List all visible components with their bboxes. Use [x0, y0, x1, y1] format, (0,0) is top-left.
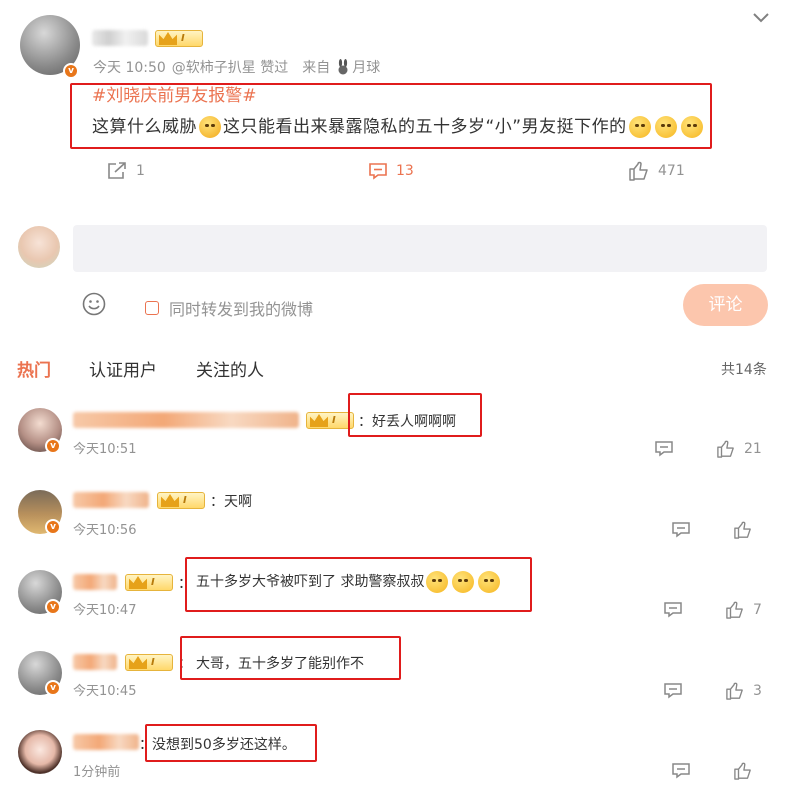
- verified-badge: v: [45, 599, 61, 615]
- thumbs-up-icon: [733, 762, 753, 780]
- post-text-part-a: 这算什么威胁: [92, 117, 197, 137]
- level-badge: I: [125, 654, 173, 671]
- rabbit-icon: [336, 59, 350, 75]
- comment-time: 今天10:45: [73, 684, 137, 699]
- comment-author-name[interactable]: [73, 574, 117, 590]
- thumbs-up-icon: [725, 682, 745, 700]
- post-hashtag[interactable]: #刘晓庆前男友报警#: [92, 81, 257, 106]
- post-source[interactable]: 月球: [352, 57, 380, 77]
- post-text: 这算什么威胁 这只能看出来暴露隐私的五十多岁“小”男友挺下作的: [92, 112, 705, 138]
- comment-time: 1分钟前: [73, 765, 121, 780]
- post-time: 今天 10:50: [93, 60, 166, 76]
- comment-like-button[interactable]: [733, 521, 753, 539]
- tab-verified-users[interactable]: 认证用户: [89, 356, 157, 381]
- fear-emoji-icon: [478, 571, 501, 593]
- comment-like-button[interactable]: 21: [716, 440, 762, 458]
- hug-emoji-icon: [628, 116, 651, 138]
- comment-author-name[interactable]: [73, 734, 139, 750]
- reply-icon[interactable]: [663, 601, 683, 619]
- like-button[interactable]: 471: [628, 161, 685, 181]
- comment-time: 今天10:47: [73, 603, 137, 618]
- comment-time: 今天10:56: [73, 523, 137, 538]
- comment-input[interactable]: [73, 225, 767, 272]
- thumbs-up-icon: [725, 601, 745, 619]
- tab-following[interactable]: 关注的人: [196, 356, 264, 381]
- tab-hot[interactable]: 热门: [17, 356, 51, 381]
- fear-emoji-icon: [452, 571, 475, 593]
- reply-icon[interactable]: [654, 440, 674, 458]
- comment-icon: [368, 161, 388, 181]
- my-avatar: [18, 226, 60, 268]
- comment-total: 共14条: [721, 362, 767, 378]
- comment-author-name[interactable]: [73, 654, 117, 670]
- comment-text: 大哥，五十多岁了能别作不: [196, 656, 364, 672]
- verified-badge: v: [45, 438, 61, 454]
- forward-label: 同时转发到我的微博: [169, 300, 314, 319]
- comment-button[interactable]: 13: [368, 161, 414, 181]
- post-via[interactable]: @软柿子扒星 赞过: [172, 57, 288, 77]
- comment-text: 五十多岁大爷被吓到了 求助警察叔叔: [196, 574, 425, 590]
- comment-time: 今天10:51: [73, 442, 137, 457]
- thumbs-up-icon: [716, 440, 736, 458]
- level-badge: I: [306, 412, 354, 429]
- comment-text: ：好丢人啊啊啊: [358, 414, 456, 430]
- comment-submit-button[interactable]: 评论: [683, 284, 768, 326]
- comment-text: ：天啊: [210, 494, 252, 510]
- forward-checkbox[interactable]: [145, 301, 159, 315]
- reply-icon[interactable]: [663, 682, 683, 700]
- hug-emoji-icon: [680, 116, 703, 138]
- comment-like-count: 21: [744, 441, 762, 457]
- comment-author-name[interactable]: [73, 492, 149, 508]
- comment-text: 没想到50多岁还这样。: [152, 737, 296, 753]
- fear-emoji-icon: [426, 571, 449, 593]
- crown-icon: [159, 32, 177, 45]
- collapse-chevron-icon[interactable]: [752, 12, 770, 24]
- like-count: 471: [658, 163, 685, 179]
- level-badge: I: [155, 30, 203, 47]
- comment-count: 13: [396, 163, 414, 179]
- crown-icon: [310, 414, 328, 427]
- comment-like-button[interactable]: [733, 762, 753, 780]
- comment-author-name[interactable]: [73, 412, 299, 428]
- crown-icon: [161, 494, 179, 507]
- comment-like-count: 3: [753, 683, 762, 699]
- verified-badge: v: [63, 63, 79, 79]
- reply-icon[interactable]: [671, 521, 691, 539]
- thumbs-up-icon: [628, 161, 650, 181]
- level-badge: I: [157, 492, 205, 509]
- laugh-cry-emoji-icon: [199, 116, 221, 138]
- verified-badge: v: [45, 519, 61, 535]
- repost-icon: [106, 161, 128, 181]
- level-badge: I: [125, 574, 173, 591]
- crown-icon: [129, 576, 147, 589]
- comment-like-button[interactable]: 3: [725, 682, 762, 700]
- comment-text-wrap: 五十多岁大爷被吓到了 求助警察叔叔: [196, 571, 502, 593]
- comment-like-button[interactable]: 7: [725, 601, 762, 619]
- comment-avatar[interactable]: [18, 730, 62, 774]
- comment-like-count: 7: [753, 602, 762, 618]
- verified-badge: v: [45, 680, 61, 696]
- repost-button[interactable]: 1: [106, 161, 145, 181]
- reply-icon[interactable]: [671, 762, 691, 780]
- post-text-part-b: 这只能看出来暴露隐私的五十多岁“小”男友挺下作的: [223, 117, 627, 137]
- thumbs-up-icon: [733, 521, 753, 539]
- repost-count: 1: [136, 163, 145, 179]
- post-source-prefix: 来自: [302, 60, 331, 76]
- post-author-name[interactable]: [92, 30, 148, 46]
- crown-icon: [129, 656, 147, 669]
- emoji-picker-icon[interactable]: [82, 292, 106, 316]
- hug-emoji-icon: [654, 116, 677, 138]
